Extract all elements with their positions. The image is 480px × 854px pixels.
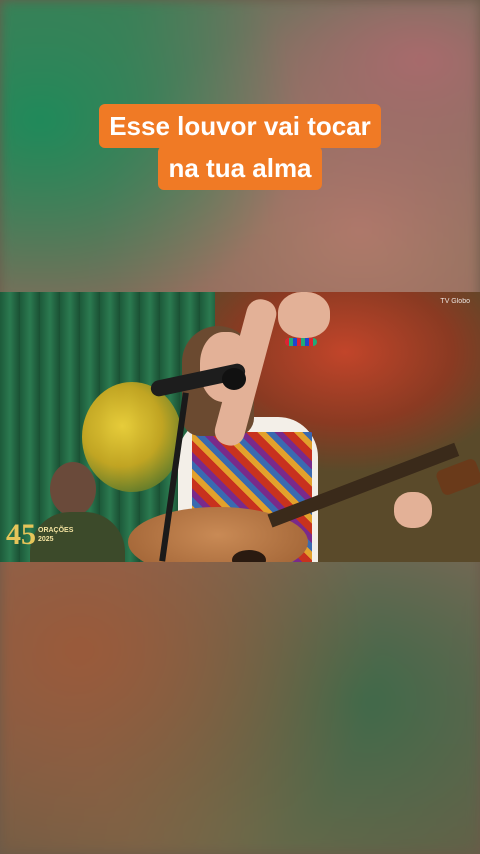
video-player[interactable]: 45 ORAÇÕES 2025 TV Globo (0, 292, 480, 562)
raised-hand (278, 292, 330, 338)
logo-number: 45 (6, 518, 36, 551)
caption-line-2: na tua alma (158, 146, 322, 190)
tv-watermark: TV Globo (440, 298, 470, 305)
fretting-hand (394, 492, 432, 528)
bracelet (285, 338, 317, 346)
caption-line-1: Esse louvor vai tocar (99, 104, 381, 148)
logo-text-top: ORAÇÕES (38, 527, 74, 534)
microphone-head (222, 368, 246, 390)
caption-overlay: Esse louvor vai tocar na tua alma (0, 104, 480, 190)
logo-text-bottom: 2025 (38, 536, 54, 543)
anniversary-logo: 45 ORAÇÕES 2025 (6, 520, 73, 550)
